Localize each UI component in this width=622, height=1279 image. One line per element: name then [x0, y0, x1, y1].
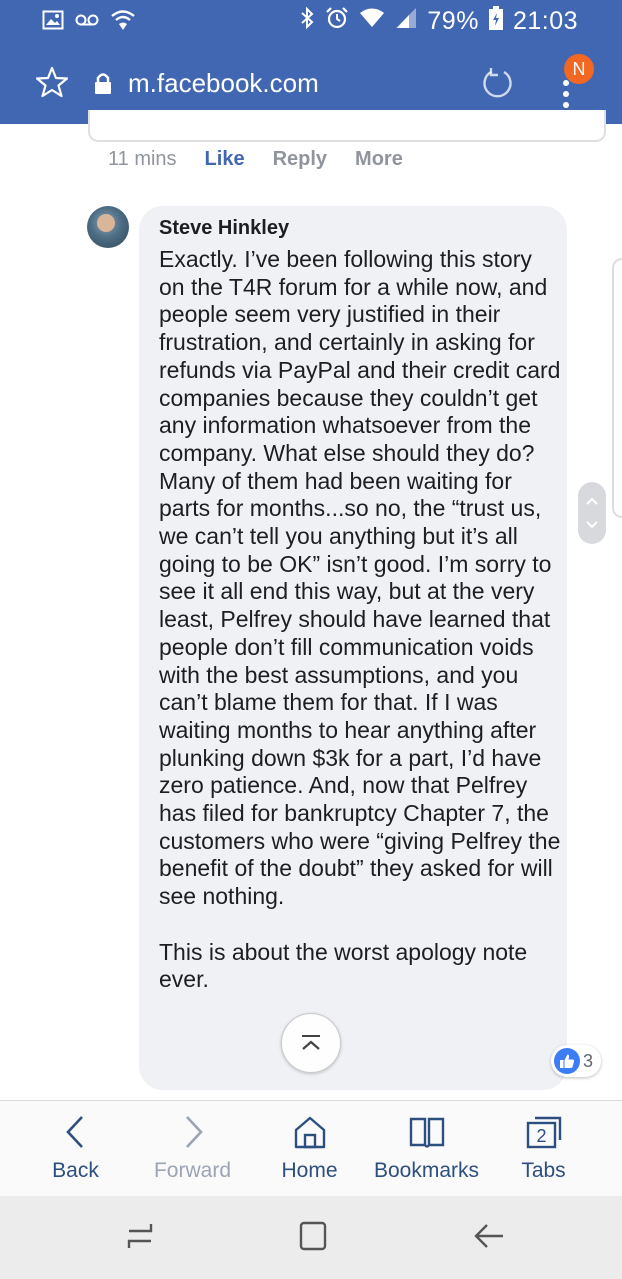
menu-button[interactable]: N	[556, 54, 594, 118]
avatar[interactable]	[87, 206, 129, 248]
bookmarks-button[interactable]: Bookmarks	[368, 1101, 485, 1197]
reply-link[interactable]: Reply	[273, 148, 327, 171]
recent-apps-icon[interactable]	[126, 1220, 154, 1257]
comment-actions: 11 mins Like Reply More	[108, 148, 403, 171]
comment-body: Exactly. I’ve been following this story …	[159, 246, 563, 994]
previous-comment-card	[88, 110, 606, 142]
more-vert-icon	[563, 80, 569, 113]
double-chevron-up-icon	[302, 1035, 320, 1050]
lock-icon	[93, 72, 113, 99]
browser-toolbar: Back Forward Home Bookmarks 2 Tabs	[0, 1100, 622, 1196]
battery-icon	[488, 6, 503, 37]
home-nav-icon[interactable]	[298, 1220, 328, 1257]
bookmark-star-icon[interactable]	[35, 66, 69, 103]
book-open-icon	[409, 1115, 445, 1154]
forward-button[interactable]: Forward	[134, 1101, 251, 1197]
tab-count: 2	[536, 1126, 546, 1146]
status-bar: 79% 21:03	[0, 0, 622, 44]
reload-icon[interactable]	[480, 66, 516, 107]
scroll-to-top-button[interactable]	[281, 1013, 341, 1073]
signal-icon	[395, 7, 417, 36]
reaction-count: 3	[583, 1050, 594, 1071]
more-link[interactable]: More	[355, 148, 403, 171]
reaction-summary[interactable]: 3	[551, 1045, 602, 1077]
back-button[interactable]: Back	[17, 1101, 134, 1197]
forward-label: Forward	[153, 1159, 232, 1182]
side-panel-handle[interactable]	[612, 258, 622, 518]
comment-author[interactable]: Steve Hinkley	[159, 217, 289, 240]
comment-paragraph: This is about the worst apology note eve…	[159, 938, 528, 993]
comment-paragraph: Exactly. I’ve been following this story …	[159, 246, 561, 910]
wifi-icon	[110, 8, 136, 37]
back-nav-icon[interactable]	[473, 1220, 505, 1257]
tabs-button[interactable]: 2 Tabs	[485, 1101, 602, 1197]
tabs-label: Tabs	[521, 1159, 566, 1182]
thumbs-up-icon	[554, 1048, 580, 1074]
like-link[interactable]: Like	[205, 148, 245, 171]
chevron-right-icon	[181, 1115, 205, 1154]
home-button[interactable]: Home	[251, 1101, 368, 1197]
home-label: Home	[281, 1159, 338, 1182]
comment-bubble: Steve Hinkley Exactly. I’ve been followi…	[139, 206, 567, 1090]
comment-time: 11 mins	[108, 148, 177, 170]
image-icon	[42, 9, 64, 36]
clock-time: 21:03	[512, 7, 578, 35]
battery-percent: 79%	[427, 7, 479, 35]
alarm-icon	[325, 6, 349, 37]
scroll-controls[interactable]	[578, 482, 606, 544]
wifi-icon	[359, 7, 385, 36]
back-label: Back	[52, 1159, 99, 1182]
bluetooth-icon	[299, 6, 315, 37]
home-icon	[293, 1115, 327, 1154]
system-navigation-bar	[0, 1196, 622, 1279]
chevron-left-icon	[64, 1115, 88, 1154]
url-text[interactable]: m.facebook.com	[128, 68, 319, 99]
bookmarks-label: Bookmarks	[373, 1159, 480, 1182]
voicemail-icon	[74, 9, 100, 36]
tabs-icon: 2	[526, 1115, 562, 1154]
